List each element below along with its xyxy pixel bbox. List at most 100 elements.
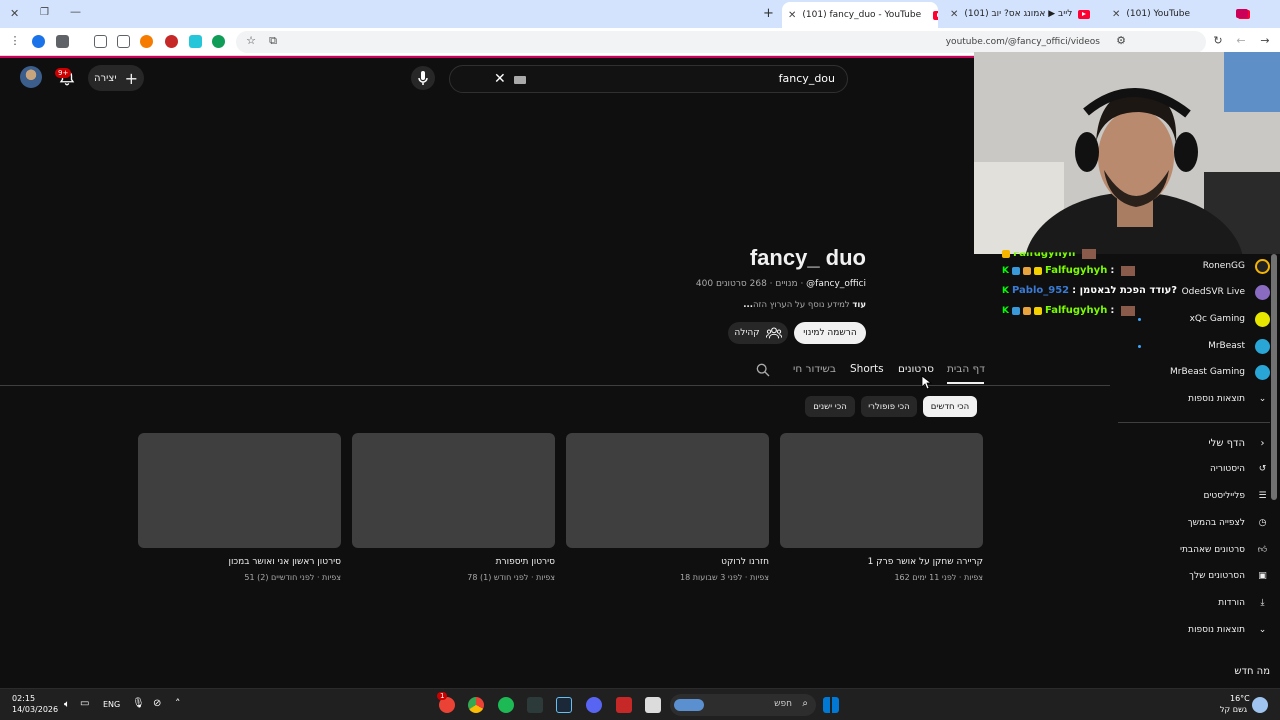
chip-newest[interactable]: הכי חדשים bbox=[923, 396, 977, 417]
steam-icon[interactable] bbox=[556, 697, 572, 713]
video-title[interactable]: סירטון תיספורת bbox=[352, 557, 555, 567]
cast-icon[interactable]: ⧉ bbox=[266, 34, 280, 48]
channel-avatar bbox=[1255, 364, 1270, 380]
weather-icon[interactable] bbox=[1252, 697, 1268, 713]
video-thumbnail[interactable] bbox=[566, 433, 769, 548]
sidebar-item-subscription[interactable]: OdedSVR Live bbox=[1120, 280, 1270, 304]
chat-k-badge-icon: K bbox=[1002, 265, 1009, 276]
extension-green-icon[interactable] bbox=[212, 35, 225, 48]
video-thumbnail[interactable] bbox=[138, 433, 341, 548]
sidebar-item-liked[interactable]: סרטונים שאהבתי 👍︎ bbox=[1120, 538, 1270, 562]
url-text[interactable]: youtube.com/@fancy_offici/videos bbox=[946, 37, 1100, 47]
voice-search-button[interactable] bbox=[411, 66, 435, 90]
channel-stats: 400 מנויים · 268 סרטונים bbox=[695, 279, 798, 289]
subscribe-button[interactable]: הרשמה למינוי bbox=[794, 322, 866, 344]
channel-avatar bbox=[1255, 311, 1270, 327]
create-button[interactable]: יצירה + bbox=[88, 65, 144, 91]
extension-orange-icon[interactable] bbox=[140, 35, 153, 48]
browser-tab-active[interactable]: ✕ (101) fancy_duo - YouTube bbox=[782, 2, 938, 28]
file-explorer-icon[interactable] bbox=[645, 697, 661, 713]
video-card[interactable]: סירטון ראשון אני ואושר במכון 51 צפיות · … bbox=[138, 433, 341, 582]
video-card[interactable]: סירטון תיספורת 78 צפיות · לפני חודש (1) bbox=[352, 433, 555, 582]
avatar[interactable] bbox=[20, 66, 42, 88]
address-bar[interactable]: ☆ ⧉ youtube.com/@fancy_offici/videos ⚙ bbox=[236, 31, 1206, 53]
extension-red-icon[interactable] bbox=[165, 35, 178, 48]
windows-start-icon[interactable] bbox=[823, 697, 839, 713]
language-indicator[interactable]: ENG bbox=[103, 700, 120, 709]
video-thumbnail[interactable] bbox=[780, 433, 983, 548]
video-thumbnail[interactable] bbox=[352, 433, 555, 548]
sidebar-item-downloads[interactable]: הורדות ⤓ bbox=[1120, 591, 1270, 615]
tab-home[interactable]: דף הבית bbox=[947, 363, 985, 375]
sidebar-whats-new[interactable]: מה חדש bbox=[1120, 659, 1270, 683]
sidebar-item-subscription[interactable]: MrBeast Gaming bbox=[1120, 360, 1270, 384]
youtube-profile-icon[interactable] bbox=[1236, 9, 1248, 18]
sidebar-item-subscription[interactable]: RonenGG bbox=[1120, 254, 1270, 278]
sidebar-item-your-videos[interactable]: הסרטונים שלך ▣ bbox=[1120, 564, 1270, 588]
close-window-icon[interactable]: ✕ bbox=[10, 7, 19, 20]
sidebar-scrollbar[interactable] bbox=[1271, 254, 1277, 500]
reload-icon[interactable]: ↻ bbox=[1211, 34, 1225, 48]
notification-count-badge: 9+ bbox=[55, 68, 72, 78]
video-title[interactable]: סירטון ראשון אני ואושר במכון bbox=[138, 557, 341, 567]
forward-icon[interactable]: ← bbox=[1234, 34, 1248, 48]
clear-search-icon[interactable]: ✕ bbox=[494, 71, 506, 87]
discord-icon[interactable] bbox=[586, 697, 602, 713]
chrome-icon[interactable] bbox=[468, 697, 484, 713]
back-icon[interactable]: → bbox=[1258, 34, 1272, 48]
sidebar-item-playlists[interactable]: פלייליסטים ☰ bbox=[1120, 484, 1270, 508]
volume-icon[interactable]: 🔈︎ bbox=[64, 699, 70, 710]
sidebar-item-history[interactable]: היסטוריה ↺ bbox=[1120, 457, 1270, 481]
reading-list-icon[interactable] bbox=[56, 35, 69, 48]
profile-extension-icon[interactable] bbox=[32, 35, 45, 48]
video-card[interactable]: חזרנו לרוקט 18 צפיות · לפני 3 שבועות bbox=[566, 433, 769, 582]
chip-oldest[interactable]: הכי ישנים bbox=[805, 396, 855, 417]
tab-videos[interactable]: סרטונים bbox=[898, 363, 934, 375]
tab-close-icon[interactable]: ✕ bbox=[950, 9, 958, 20]
tab-live[interactable]: בשידור חי bbox=[793, 363, 836, 375]
new-tab-icon[interactable]: + bbox=[763, 6, 774, 21]
spotify-icon[interactable] bbox=[498, 697, 514, 713]
sidebar-show-more[interactable]: תוצאות נוספות ⌄ bbox=[1120, 618, 1270, 642]
chip-popular[interactable]: הכי פופולרי bbox=[861, 396, 917, 417]
sidebar-item-subscription[interactable]: MrBeast bbox=[1120, 334, 1270, 358]
sidebar-item-subscription[interactable]: xQc Gaming bbox=[1120, 307, 1270, 331]
search-input[interactable]: ✕ fancy_dou bbox=[449, 65, 848, 93]
bluetooth-off-icon[interactable]: ⊘ bbox=[153, 698, 161, 709]
network-icon[interactable]: ▭ bbox=[80, 698, 89, 709]
mic-tray-icon[interactable]: 🎙︎ bbox=[132, 698, 145, 709]
browser-tab[interactable]: ✕ (101) לייב ▶ אמונג אס? יוב bbox=[944, 4, 1100, 24]
tab-close-icon[interactable]: ✕ bbox=[1112, 9, 1120, 20]
weather-temp[interactable]: 16°C bbox=[1230, 694, 1250, 703]
extensions-icon[interactable] bbox=[94, 35, 107, 48]
clock-date[interactable]: 14/03/2026 bbox=[12, 705, 58, 714]
tab-search-icon[interactable] bbox=[117, 35, 130, 48]
clock-time[interactable]: 02:15 bbox=[12, 694, 35, 703]
chat-username: Falfugyhyh bbox=[1013, 248, 1076, 259]
tab-close-icon[interactable]: ✕ bbox=[788, 10, 796, 21]
weather-desc[interactable]: גשם קל bbox=[1220, 705, 1247, 714]
community-button[interactable]: קהילה bbox=[728, 322, 788, 344]
terminal-icon[interactable] bbox=[527, 697, 543, 713]
site-settings-icon[interactable]: ⚙ bbox=[1114, 34, 1128, 48]
video-title[interactable]: חזרנו לרוקט bbox=[566, 557, 769, 567]
app-red-icon[interactable] bbox=[616, 697, 632, 713]
restore-window-icon[interactable]: ❐ bbox=[40, 7, 49, 18]
channel-search-icon[interactable] bbox=[755, 362, 771, 378]
sidebar-item-watch-later[interactable]: לצפייה בהמשך ◷ bbox=[1120, 511, 1270, 535]
taskbar-search[interactable]: חפש ⌕ bbox=[670, 694, 816, 716]
chevron-up-icon[interactable]: ˄ bbox=[175, 697, 181, 710]
minimize-window-icon[interactable]: — bbox=[70, 5, 81, 18]
sidebar-you-header[interactable]: הדף שלי › bbox=[1120, 431, 1270, 455]
extension-teal-icon[interactable] bbox=[189, 35, 202, 48]
channel-description[interactable]: ...עוד למידע נוסף על הערוץ הזה bbox=[600, 300, 866, 310]
keyboard-icon[interactable] bbox=[514, 76, 526, 84]
tab-shorts[interactable]: Shorts bbox=[850, 363, 884, 375]
chat-text: : bbox=[1110, 265, 1115, 276]
video-title[interactable]: קריירה שחקן על אושר פרק 1 bbox=[780, 557, 983, 567]
sidebar-show-more[interactable]: תוצאות נוספות ⌄ bbox=[1120, 387, 1270, 411]
menu-dots-icon[interactable]: ⋮ bbox=[8, 34, 22, 48]
video-card[interactable]: קריירה שחקן על אושר פרק 1 162 צפיות · לפ… bbox=[780, 433, 983, 582]
browser-tab[interactable]: ✕ (101) YouTube bbox=[1106, 4, 1256, 24]
bookmark-star-icon[interactable]: ☆ bbox=[244, 34, 258, 48]
